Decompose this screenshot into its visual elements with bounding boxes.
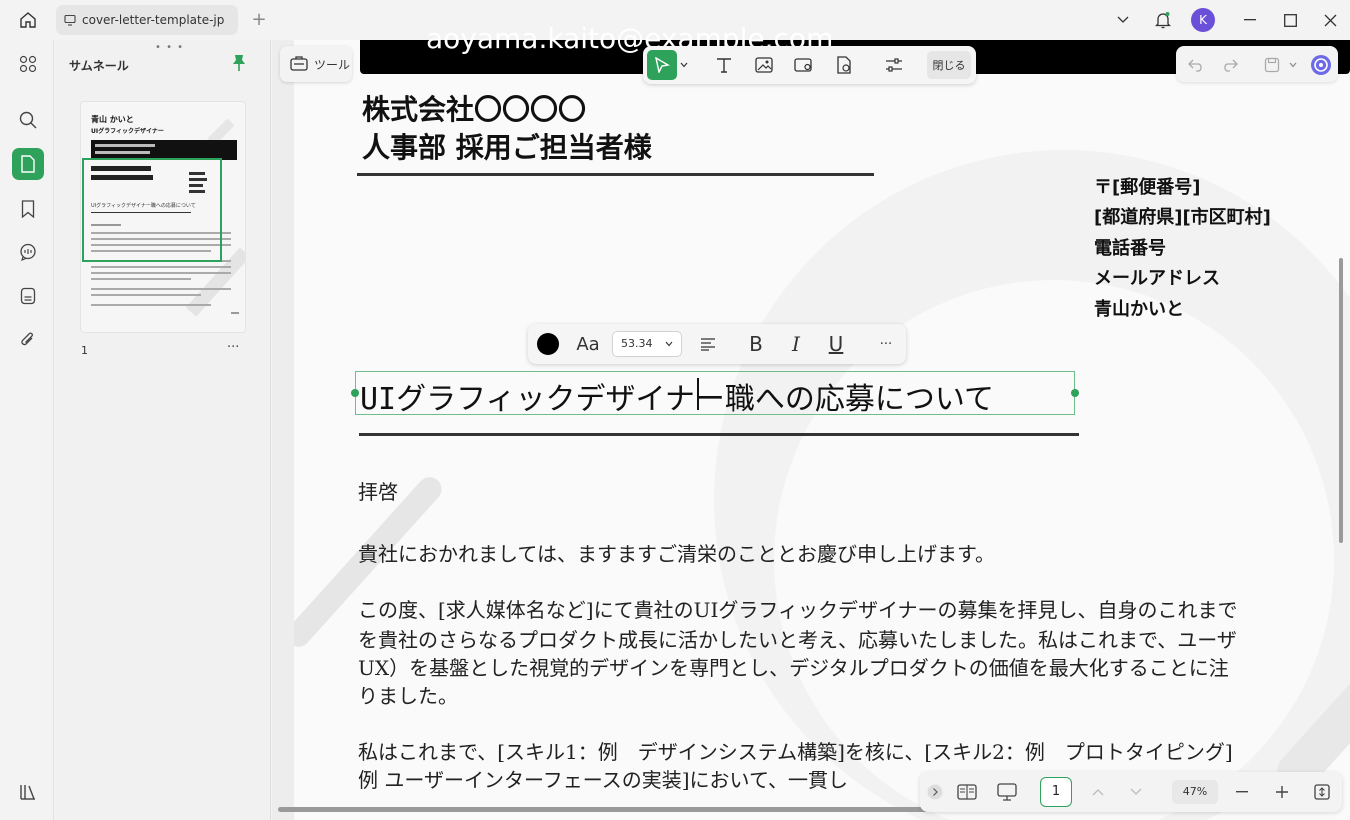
- text-format-toolbar: Aa 53.34 B I U ···: [528, 324, 906, 364]
- search-icon[interactable]: [12, 104, 44, 136]
- address-postal: 〒[郵便番号]: [1094, 177, 1201, 198]
- greeting-text: 拝啓: [358, 480, 398, 504]
- image-tool-button[interactable]: [749, 50, 779, 80]
- comment-icon[interactable]: [12, 236, 44, 268]
- settings-sliders-icon[interactable]: [879, 50, 909, 80]
- align-left-icon[interactable]: [694, 324, 722, 364]
- avatar[interactable]: K: [1191, 8, 1215, 32]
- text-tool-button[interactable]: [709, 50, 739, 80]
- document-tab[interactable]: cover-letter-template-jp: [56, 5, 238, 35]
- panel-drag-handle[interactable]: • • •: [155, 42, 184, 53]
- tab-title: cover-letter-template-jp: [82, 13, 225, 27]
- text-cursor: [697, 378, 699, 410]
- save-icon[interactable]: [1260, 50, 1284, 80]
- paragraph-3-line-1: 私はこれまで、[スキル1：例 デザインシステム構築]を核に、[スキル2：例 プロ…: [358, 740, 1233, 764]
- undo-icon[interactable]: [1184, 50, 1208, 80]
- fit-page-icon[interactable]: [1312, 772, 1332, 812]
- library-icon[interactable]: [12, 776, 44, 808]
- history-toolbar: [1176, 46, 1338, 82]
- stamp-icon[interactable]: [12, 280, 44, 312]
- paragraph-2-line-4: りました。: [358, 684, 458, 708]
- paragraph-1: 貴社におかれましては、ますますご清栄のこととお慶び申し上げます。: [358, 542, 995, 566]
- bookmark-icon[interactable]: [12, 193, 44, 225]
- font-family-button[interactable]: Aa: [572, 324, 604, 364]
- watermark-tool-button[interactable]: [829, 50, 859, 80]
- new-tab-button[interactable]: +: [248, 8, 270, 32]
- notification-bell-icon[interactable]: [1152, 8, 1174, 32]
- font-size-value: 53.34: [621, 337, 653, 350]
- tools-label: ツール: [314, 57, 351, 72]
- font-size-select[interactable]: 53.34: [612, 331, 682, 357]
- thumb-name: 青山 かいと: [91, 114, 134, 124]
- underline-button[interactable]: U: [822, 324, 850, 364]
- paragraph-3-line-2: 例 ユーザーインターフェースの実装]において、一貫し: [358, 768, 848, 792]
- thumbnail-viewport-indicator[interactable]: [82, 158, 222, 262]
- address-region: [都道府県][市区町村]: [1094, 207, 1271, 228]
- company-name: 株式会社〇〇〇〇: [362, 93, 587, 126]
- close-edit-button[interactable]: 閉じる: [927, 51, 971, 79]
- monitor-icon: [64, 14, 76, 26]
- address-name: 青山かいと: [1094, 299, 1184, 320]
- thumbnail-panel-icon[interactable]: [12, 148, 44, 180]
- minimize-icon[interactable]: [1240, 8, 1260, 32]
- paragraph-2-line-2: を貴社のさらなるプロダクト成長に活かしたいと考え、応募いたしました。私はこれまで…: [358, 628, 1237, 652]
- address-phone: 電話番号: [1094, 238, 1166, 259]
- maximize-icon[interactable]: [1280, 8, 1300, 32]
- italic-button[interactable]: I: [782, 324, 810, 364]
- page-navigation-bar: 1 47%: [920, 772, 1342, 812]
- thumbnail-more-button[interactable]: ···: [227, 340, 239, 355]
- chevron-down-icon: [665, 332, 673, 356]
- presentation-icon[interactable]: [994, 772, 1020, 812]
- panel-title: サムネール: [69, 59, 129, 73]
- thumbnail-page-number: 1: [81, 344, 88, 357]
- department-name: 人事部 採用ご担当者様: [362, 131, 652, 164]
- next-page-button[interactable]: [1126, 772, 1146, 812]
- close-icon[interactable]: [1320, 8, 1340, 32]
- chevron-down-icon[interactable]: [1113, 8, 1133, 32]
- more-options-button[interactable]: ···: [872, 324, 900, 364]
- link-tool-button[interactable]: [789, 50, 819, 80]
- zoom-level[interactable]: 47%: [1172, 780, 1218, 804]
- ai-assistant-icon[interactable]: [1308, 50, 1334, 80]
- chevron-down-icon[interactable]: [677, 50, 691, 80]
- resize-handle-right[interactable]: [1071, 389, 1079, 397]
- select-tool-button[interactable]: [647, 50, 677, 80]
- edit-toolbar: 閉じる: [643, 46, 976, 84]
- collapse-bar-button[interactable]: [926, 772, 944, 812]
- home-icon[interactable]: [14, 8, 42, 32]
- page-number-input[interactable]: 1: [1040, 777, 1072, 807]
- zoom-out-button[interactable]: [1232, 772, 1252, 812]
- previous-page-button[interactable]: [1088, 772, 1108, 812]
- letter-heading[interactable]: UIグラフィックデザイナー職への応募について: [360, 374, 994, 418]
- tools-button[interactable]: ツール: [280, 46, 352, 82]
- apps-grid-icon[interactable]: [12, 48, 44, 80]
- address-email: メールアドレス: [1094, 268, 1220, 289]
- thumb-role: UIグラフィックデザイナー: [91, 127, 164, 135]
- zoom-in-button[interactable]: [1272, 772, 1292, 812]
- bold-button[interactable]: B: [742, 324, 770, 364]
- text-color-swatch[interactable]: [536, 324, 560, 364]
- toolbox-icon: [290, 55, 308, 74]
- attachment-icon[interactable]: [12, 324, 44, 356]
- left-icon-rail: [0, 40, 54, 820]
- resize-handle-left[interactable]: [351, 389, 359, 397]
- vertical-scrollbar[interactable]: [1339, 258, 1343, 543]
- paragraph-2-line-1: この度、[求人媒体名など]にて貴社のUIグラフィックデザイナーの募集を拝見し、自…: [358, 598, 1238, 622]
- pin-icon[interactable]: [231, 54, 247, 76]
- redo-icon[interactable]: [1218, 50, 1242, 80]
- paragraph-2-line-3: UX）を基盤とした視覚的デザインを専門とし、デジタルプロダクトの価値を最大化する…: [358, 656, 1229, 680]
- page-layout-icon[interactable]: [954, 772, 980, 812]
- divider-line: [357, 173, 874, 176]
- thumbnail-panel: • • • サムネール 青山 かいと UIグラフィックデザイナー UIグラフィッ…: [55, 40, 271, 820]
- heading-underline: [359, 433, 1079, 436]
- chevron-down-icon[interactable]: [1286, 50, 1300, 80]
